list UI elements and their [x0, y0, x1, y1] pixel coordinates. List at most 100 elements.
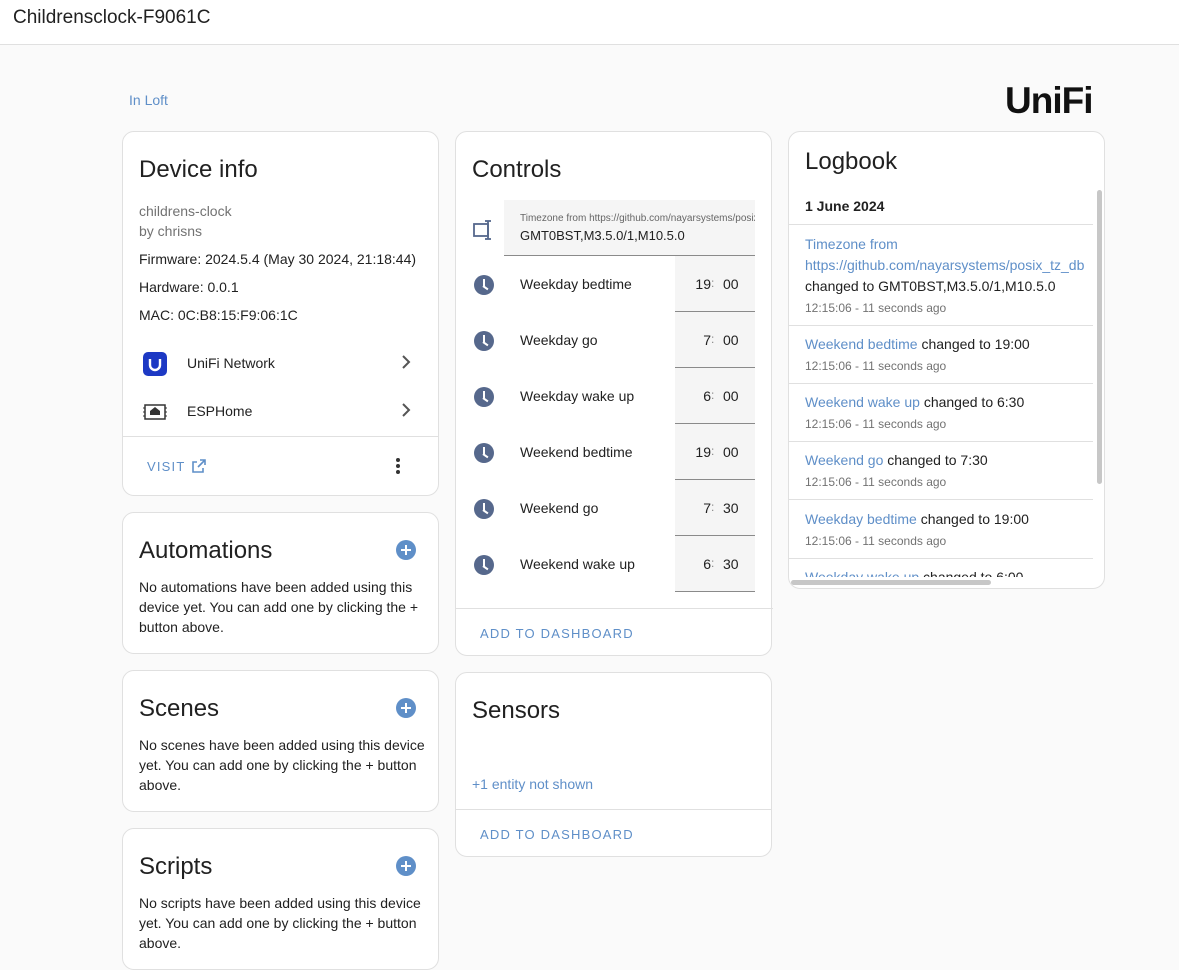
logbook-entity-link[interactable]: https://github.com/nayarsystems/posix_tz…	[805, 257, 1084, 273]
page-title: Childrensclock-F9061C	[13, 7, 211, 28]
integration-label: UniFi Network	[187, 355, 275, 371]
logbook-entity-link[interactable]: Weekend go	[805, 452, 883, 468]
logbook-entity-link[interactable]: Weekday bedtime	[805, 511, 917, 527]
time-separator: :	[711, 332, 715, 346]
control-label: Weekday bedtime	[520, 276, 632, 292]
divider	[123, 436, 438, 437]
integration-esphome[interactable]: ESPHome	[123, 392, 438, 432]
minute-field[interactable]: 00	[723, 444, 739, 460]
horizontal-scrollbar[interactable]	[791, 580, 991, 585]
hour-field[interactable]: 6	[675, 556, 711, 572]
clock-icon	[474, 555, 494, 575]
add-script-icon[interactable]	[396, 856, 416, 876]
controls-add-to-dashboard-button[interactable]: ADD TO DASHBOARD	[480, 626, 634, 641]
control-row-weekday-wake-up: Weekday wake up 6 : 00	[456, 368, 772, 424]
logbook-card: Logbook 1 June 2024 Timezone from https:…	[788, 131, 1105, 589]
time-separator: :	[711, 388, 715, 402]
hour-field[interactable]: 6	[675, 388, 711, 404]
time-input[interactable]: 7 : 00	[675, 312, 755, 368]
minute-field[interactable]: 30	[723, 556, 739, 572]
logbook-entity-link[interactable]: Weekend wake up	[805, 394, 920, 410]
logbook-date: 1 June 2024	[805, 198, 885, 214]
logbook-action: changed to 19:00	[916, 511, 1029, 527]
device-mac: MAC: 0C:B8:15:F9:06:1C	[139, 307, 298, 323]
hour-field[interactable]: 19	[675, 276, 711, 292]
control-row-weekday-go: Weekday go 7 : 00	[456, 312, 772, 368]
minute-field[interactable]: 00	[723, 388, 739, 404]
logbook-entry: Weekend go changed to 7:30 12:15:06 - 11…	[789, 441, 1093, 499]
logbook-entity-link[interactable]: Timezone from	[805, 236, 898, 252]
minute-field[interactable]: 00	[723, 276, 739, 292]
device-hardware: Hardware: 0.0.1	[139, 279, 239, 295]
logbook-scroll-area[interactable]: Timezone from https://github.com/nayarsy…	[789, 224, 1095, 577]
device-manufacturer: by chrisns	[139, 223, 203, 239]
chevron-right-icon	[398, 402, 414, 418]
integration-unifi-network[interactable]: UniFi Network	[123, 344, 438, 384]
device-info-card: Device info childrens-clock by chrisns F…	[122, 131, 439, 496]
time-separator: :	[711, 556, 715, 570]
hour-field[interactable]: 7	[675, 332, 711, 348]
top-bar: Childrensclock-F9061C	[0, 0, 1179, 45]
time-input[interactable]: 6 : 30	[675, 536, 755, 592]
logbook-title: Logbook	[805, 148, 898, 175]
logbook-action: changed to 7:30	[883, 452, 988, 468]
device-firmware: Firmware: 2024.5.4 (May 30 2024, 21:18:4…	[139, 251, 417, 267]
divider	[456, 608, 773, 609]
add-scene-icon[interactable]	[396, 698, 416, 718]
vertical-scrollbar[interactable]	[1097, 190, 1102, 484]
logbook-entry: Timezone from https://github.com/nayarsy…	[789, 224, 1093, 325]
logbook-entry-text: Weekend wake up changed to 6:30	[805, 392, 1095, 413]
control-label: Weekday wake up	[520, 388, 635, 404]
time-input[interactable]: 19 : 00	[675, 424, 755, 480]
scenes-empty-text: No scenes have been added using this dev…	[139, 737, 425, 793]
logbook-entity-link[interactable]: Weekend bedtime	[805, 336, 918, 352]
logbook-entry: Weekday bedtime changed to 19:00 12:15:0…	[789, 499, 1093, 558]
more-menu-icon[interactable]	[388, 454, 408, 478]
timezone-value: GMT0BST,M3.5.0/1,M10.5.0	[520, 228, 685, 243]
add-automation-icon[interactable]	[396, 540, 416, 560]
visit-label: VISIT	[147, 459, 186, 474]
integration-label: ESPHome	[187, 403, 253, 419]
logbook-action: changed to 6:30	[919, 394, 1025, 410]
area-link[interactable]: In Loft	[129, 92, 168, 108]
logbook-entry-text: Timezone from https://github.com/nayarsy…	[805, 234, 1095, 297]
time-separator: :	[711, 276, 715, 290]
visit-button[interactable]: VISIT	[139, 452, 229, 480]
hour-field[interactable]: 19	[675, 444, 711, 460]
logbook-time: 12:15:06 - 11 seconds ago	[805, 417, 947, 431]
hidden-entities-link[interactable]: +1 entity not shown	[472, 776, 593, 792]
scripts-empty-text: No scripts have been added using this de…	[139, 895, 421, 951]
hour-field[interactable]: 7	[675, 500, 711, 516]
time-input[interactable]: 7 : 30	[675, 480, 755, 536]
control-row-weekend-go: Weekend go 7 : 30	[456, 480, 772, 536]
logbook-action: changed to 19:00	[917, 336, 1030, 352]
logbook-entry-text: Weekday bedtime changed to 19:00	[805, 509, 1095, 530]
brand-name: UniFi	[1005, 80, 1093, 121]
controls-title: Controls	[472, 156, 562, 183]
clock-icon	[474, 387, 494, 407]
logbook-action: changed to 6:00	[919, 569, 1024, 577]
clock-icon	[474, 443, 494, 463]
time-separator: :	[711, 444, 715, 458]
logbook-entry: Weekend bedtime changed to 19:00 12:15:0…	[789, 325, 1093, 383]
logbook-time: 12:15:06 - 11 seconds ago	[805, 475, 947, 489]
unifi-logo-icon	[143, 352, 167, 376]
logbook-entity-link[interactable]: Weekday wake up	[805, 569, 919, 577]
clock-icon	[474, 331, 494, 351]
device-model: childrens-clock	[139, 203, 232, 219]
text-entity-icon	[473, 219, 495, 246]
control-label: Weekend wake up	[520, 556, 635, 572]
scripts-card: Scripts No scripts have been added using…	[122, 828, 439, 970]
scripts-title: Scripts	[139, 853, 213, 880]
logbook-entry-text: Weekend bedtime changed to 19:00	[805, 334, 1095, 355]
time-input[interactable]: 19 : 00	[675, 256, 755, 312]
minute-field[interactable]: 00	[723, 332, 739, 348]
automations-empty-text: No automations have been added using thi…	[139, 579, 419, 635]
time-input[interactable]: 6 : 00	[675, 368, 755, 424]
logbook-entry: Weekday wake up changed to 6:00	[789, 558, 1093, 577]
sensors-add-to-dashboard-button[interactable]: ADD TO DASHBOARD	[480, 827, 634, 842]
timezone-input[interactable]: Timezone from https://github.com/nayarsy…	[504, 200, 755, 256]
clock-icon	[474, 275, 494, 295]
open-in-new-icon	[191, 458, 207, 479]
minute-field[interactable]: 30	[723, 500, 739, 516]
